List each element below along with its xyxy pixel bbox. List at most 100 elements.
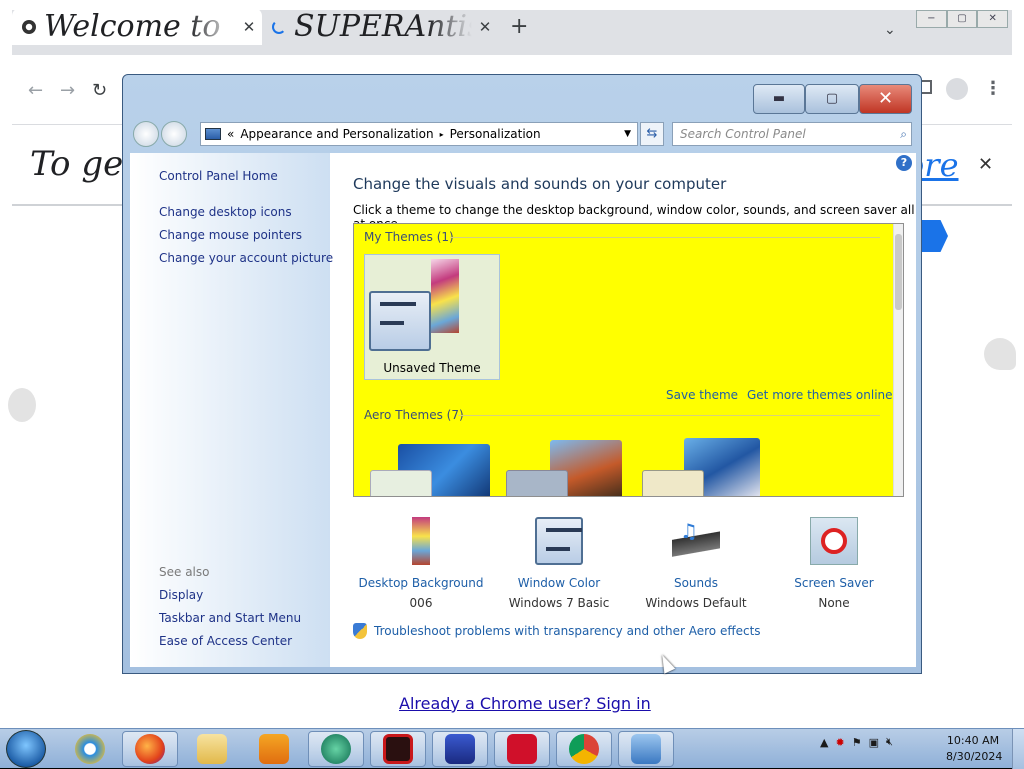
- link-change-desktop-icons[interactable]: Change desktop icons: [159, 205, 292, 219]
- chrome-icon: [569, 734, 599, 764]
- window-close-button[interactable]: ✕: [859, 84, 912, 114]
- decorative-circle: [984, 338, 1016, 370]
- banner-text: To get: [30, 144, 137, 184]
- taskbar-control-panel[interactable]: [618, 731, 674, 767]
- option-value: 006: [409, 596, 433, 610]
- screen-saver-option[interactable]: Screen Saver None: [764, 517, 904, 613]
- window-content: Control Panel Home Change desktop icons …: [130, 153, 916, 667]
- taskbar-chrome[interactable]: [556, 731, 612, 767]
- link-change-account-picture[interactable]: Change your account picture: [159, 251, 333, 265]
- link-display[interactable]: Display: [159, 588, 203, 602]
- taskbar-app-green[interactable]: [308, 731, 364, 767]
- window-color-option[interactable]: Window Color Windows 7 Basic: [489, 517, 629, 613]
- back-arrow-icon[interactable]: [133, 121, 159, 147]
- taskbar: ▲ ✹ ⚑ ▣ 🔇︎ 10:40 AM 8/30/2024: [0, 728, 1024, 769]
- taskbar-clock[interactable]: 10:40 AM 8/30/2024: [946, 733, 1002, 765]
- tab-search-chevron-icon[interactable]: ⌄: [884, 22, 896, 38]
- green-app-icon: [321, 734, 351, 764]
- show-desktop-button[interactable]: [1012, 729, 1024, 769]
- link-taskbar-start-menu[interactable]: Taskbar and Start Menu: [159, 611, 301, 625]
- group-divider: [450, 237, 880, 238]
- option-value: None: [818, 596, 850, 610]
- address-bar[interactable]: « Appearance and Personalization ▸ Perso…: [200, 122, 638, 146]
- taskbar-app-red-camera[interactable]: [494, 731, 550, 767]
- option-label: Sounds: [673, 576, 719, 590]
- page-title: Change the visuals and sounds on your co…: [353, 175, 727, 193]
- taskbar-media-player[interactable]: [246, 731, 302, 767]
- windows7-theme-window-icon: [370, 470, 432, 496]
- unsaved-theme-label: Unsaved Theme: [383, 361, 481, 375]
- scrollbar-thumb[interactable]: [895, 234, 902, 310]
- taskbar-file-explorer[interactable]: [184, 731, 240, 767]
- maximize-button[interactable]: ▢: [946, 10, 978, 28]
- get-more-themes-link[interactable]: Get more themes online: [747, 388, 893, 402]
- link-ease-of-access[interactable]: Ease of Access Center: [159, 634, 292, 648]
- my-themes-label: My Themes (1): [364, 230, 454, 244]
- reload-button[interactable]: ↻: [92, 80, 107, 101]
- taskbar-firefox[interactable]: [122, 731, 178, 767]
- profile-avatar[interactable]: [946, 78, 968, 100]
- signin-link[interactable]: Already a Chrome user? Sign in: [399, 694, 651, 713]
- link-control-panel-home[interactable]: Control Panel Home: [159, 169, 278, 183]
- aero-themes-label: Aero Themes (7): [364, 408, 464, 422]
- sounds-icon: ♫: [672, 517, 720, 565]
- desktop-screen: Welcome to ✕ SUPERAntis ✕ + ⌄ − ▢ ✕ ← → …: [0, 0, 1024, 728]
- banner-close-icon[interactable]: ✕: [978, 154, 993, 175]
- start-button[interactable]: [6, 730, 46, 768]
- folder-icon: [197, 734, 227, 764]
- loading-spinner-icon: [272, 19, 286, 34]
- help-icon[interactable]: ?: [896, 155, 912, 171]
- taskbar-app-blue[interactable]: [432, 731, 488, 767]
- refresh-icon[interactable]: ⇆: [640, 122, 664, 146]
- breadcrumb-personalization[interactable]: Personalization: [450, 127, 541, 141]
- taskbar-app-red-gear[interactable]: [370, 731, 426, 767]
- taskbar-internet-explorer[interactable]: [62, 731, 118, 767]
- tray-volume-muted-icon[interactable]: 🔇︎: [886, 735, 893, 749]
- firefox-icon: [135, 734, 165, 764]
- themes-list: My Themes (1) Unsaved Theme Save theme G…: [353, 223, 904, 497]
- option-value: Windows Default: [645, 596, 747, 610]
- task-pane: Control Panel Home Change desktop icons …: [130, 153, 333, 667]
- tab-close-icon[interactable]: ✕: [236, 18, 262, 36]
- minimize-button[interactable]: −: [916, 10, 947, 28]
- option-label: Screen Saver: [794, 576, 874, 590]
- breadcrumb-appearance[interactable]: Appearance and Personalization: [240, 127, 433, 141]
- blue-app-icon: [445, 734, 475, 764]
- window-minimize-button[interactable]: ▬: [753, 84, 805, 114]
- sounds-option[interactable]: ♫ Sounds Windows Default: [626, 517, 766, 613]
- link-change-mouse-pointers[interactable]: Change mouse pointers: [159, 228, 302, 242]
- media-player-icon: [259, 734, 289, 764]
- control-panel-icon: [205, 128, 221, 140]
- close-button[interactable]: ✕: [977, 10, 1009, 28]
- tray-network-icon[interactable]: ▣: [869, 736, 879, 749]
- forward-arrow-icon[interactable]: [161, 121, 187, 147]
- troubleshoot-link-text: Troubleshoot problems with transparency …: [374, 624, 761, 638]
- decorative-circle: [8, 388, 36, 422]
- search-input[interactable]: Search Control Panel ⌕: [672, 122, 912, 146]
- tab-welcome[interactable]: Welcome to ✕: [12, 8, 262, 45]
- back-button[interactable]: ←: [28, 80, 43, 101]
- tray-expand-icon[interactable]: ▲: [820, 736, 828, 749]
- search-icon[interactable]: ⌕: [900, 123, 907, 145]
- desktop-background-option[interactable]: Desktop Background 006: [351, 517, 491, 613]
- tray-flag-icon[interactable]: ⚑: [852, 736, 862, 749]
- control-panel-icon: [631, 734, 661, 764]
- new-tab-button[interactable]: +: [510, 14, 528, 39]
- tab-superantispyware[interactable]: SUPERAntis ✕: [262, 8, 498, 45]
- chrome-menu-icon[interactable]: ⋮: [984, 78, 1002, 99]
- forward-button[interactable]: →: [60, 80, 75, 101]
- tray-security-icon[interactable]: ✹: [835, 736, 844, 749]
- troubleshoot-link[interactable]: Troubleshoot problems with transparency …: [353, 623, 761, 639]
- address-dropdown-icon[interactable]: ▼: [624, 129, 631, 139]
- save-theme-link[interactable]: Save theme: [666, 388, 738, 402]
- window-maximize-button[interactable]: ▢: [805, 84, 859, 114]
- red-camera-icon: [507, 734, 537, 764]
- unsaved-theme-tile[interactable]: Unsaved Theme: [364, 254, 500, 380]
- breadcrumb-separator-icon[interactable]: ▸: [440, 130, 444, 139]
- option-label: Desktop Background: [358, 576, 484, 590]
- tab-close-icon[interactable]: ✕: [472, 18, 498, 36]
- characters-theme-window-icon: [642, 470, 704, 496]
- themes-scrollbar[interactable]: [893, 224, 903, 496]
- architecture-theme-window-icon: [506, 470, 568, 496]
- search-placeholder: Search Control Panel: [680, 127, 806, 141]
